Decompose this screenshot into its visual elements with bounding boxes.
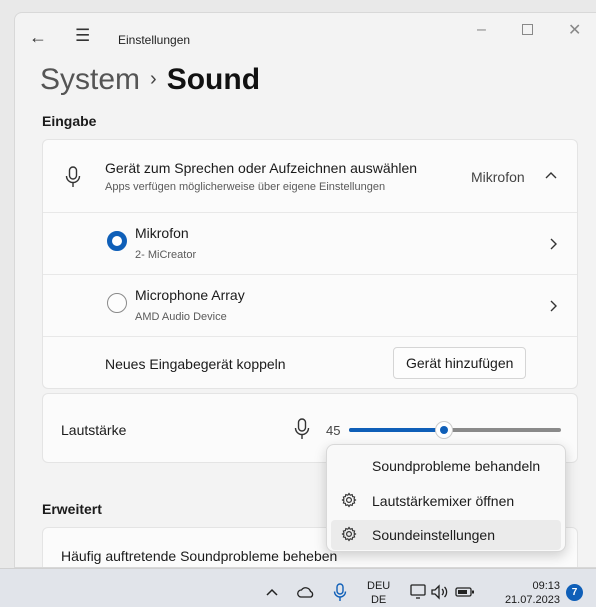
device-row-mikrofon[interactable]: Mikrofon 2- MiCreator <box>43 212 577 274</box>
back-arrow-icon[interactable]: ← <box>29 27 47 48</box>
minimize-button[interactable]: – <box>477 21 486 39</box>
gear-icon <box>341 492 357 508</box>
close-button[interactable]: ✕ <box>568 20 581 40</box>
title-bar: ← ☰ Einstellungen – ✕ <box>15 13 596 61</box>
volume-label: Lautstärke <box>61 422 127 438</box>
chevron-up-icon[interactable] <box>266 588 278 596</box>
gear-icon <box>341 526 357 542</box>
select-device-subtitle: Apps verfügen möglicherweise über eigene… <box>105 181 386 193</box>
select-input-device-row[interactable]: Gerät zum Sprechen oder Aufzeichnen ausw… <box>43 140 577 212</box>
chevron-right-icon: › <box>150 68 157 90</box>
onedrive-cloud-icon[interactable] <box>297 585 315 599</box>
breadcrumb: System › Sound <box>40 63 260 97</box>
menu-item-label: Soundeinstellungen <box>372 527 495 543</box>
microphone-icon <box>65 166 81 187</box>
speaker-icon[interactable] <box>430 584 450 600</box>
volume-value: 45 <box>326 423 341 438</box>
input-language-indicator[interactable]: DEU DE <box>367 579 390 607</box>
device-row-microphone-array[interactable]: Microphone Array AMD Audio Device <box>43 274 577 336</box>
microphone-icon[interactable] <box>294 418 310 440</box>
network-icon[interactable] <box>410 584 428 600</box>
chevron-right-icon[interactable] <box>549 238 557 250</box>
section-heading-input: Eingabe <box>42 113 97 129</box>
clock[interactable]: 09:13 21.07.2023 <box>494 579 560 607</box>
volume-slider-thumb[interactable] <box>435 421 454 439</box>
menu-item-label: Soundprobleme behandeln <box>372 458 541 474</box>
add-device-button[interactable]: Gerät hinzufügen <box>393 347 527 379</box>
window-title: Einstellungen <box>118 33 191 47</box>
pair-device-label: Neues Eingabegerät koppeln <box>105 356 286 372</box>
pair-new-device-row: Neues Eingabegerät koppeln Gerät hinzufü… <box>43 336 577 390</box>
clock-time: 09:13 <box>532 580 560 592</box>
selected-device-value: Mikrofon <box>471 169 525 185</box>
volume-slider-fill <box>349 428 445 432</box>
device-name: Microphone Array <box>135 287 245 303</box>
battery-icon[interactable] <box>455 586 475 598</box>
tray-context-menu: Soundprobleme behandeln Lautstärkemixer … <box>326 444 566 552</box>
breadcrumb-parent[interactable]: System <box>40 63 140 96</box>
language-code: DEU <box>367 580 391 592</box>
chevron-right-icon[interactable] <box>549 300 557 312</box>
device-detail: AMD Audio Device <box>135 311 227 323</box>
maximize-button[interactable] <box>522 24 533 35</box>
clock-date: 21.07.2023 <box>504 594 560 606</box>
input-device-card: Gerät zum Sprechen oder Aufzeichnen ausw… <box>42 139 578 389</box>
select-device-title: Gerät zum Sprechen oder Aufzeichnen ausw… <box>105 160 418 176</box>
menu-item-sound-settings[interactable]: Soundeinstellungen <box>331 520 561 550</box>
page-title: Sound <box>166 63 261 96</box>
menu-item-label: Lautstärkemixer öffnen <box>372 493 515 509</box>
section-heading-advanced: Erweitert <box>42 501 102 517</box>
device-detail: 2- MiCreator <box>135 249 197 261</box>
menu-item-troubleshoot[interactable]: Soundprobleme behandeln <box>331 451 561 481</box>
device-name: Mikrofon <box>135 225 189 241</box>
chevron-up-icon[interactable] <box>545 171 557 179</box>
troubleshoot-row-label: Häufig auftretende Soundprobleme beheben <box>61 548 338 564</box>
hamburger-menu-icon[interactable]: ☰ <box>75 26 90 46</box>
notification-badge[interactable]: 7 <box>566 584 583 601</box>
microphone-in-use-icon[interactable] <box>333 583 347 602</box>
keyboard-layout: DE <box>370 594 387 606</box>
volume-slider[interactable] <box>349 428 561 432</box>
menu-item-volume-mixer[interactable]: Lautstärkemixer öffnen <box>331 486 561 516</box>
radio-selected[interactable] <box>107 231 127 251</box>
radio-unselected[interactable] <box>107 293 127 313</box>
